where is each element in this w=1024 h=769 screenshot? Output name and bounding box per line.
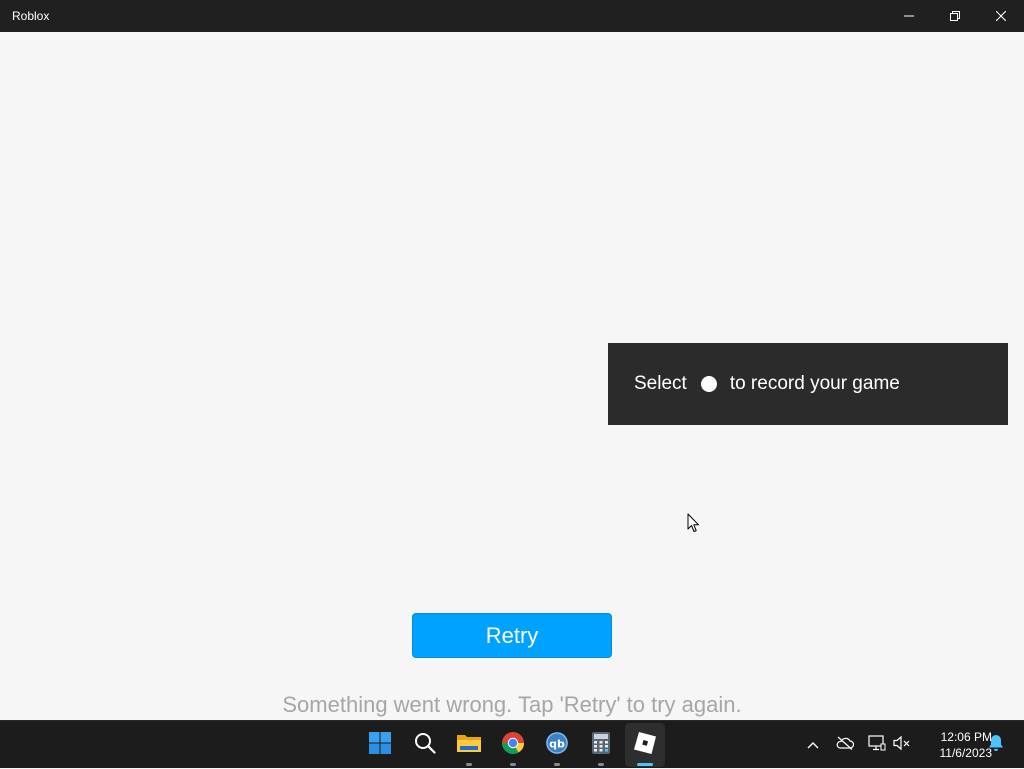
qbittorrent-icon: qb	[545, 731, 569, 760]
toast-suffix: to record your game	[729, 373, 900, 394]
running-indicator	[466, 763, 472, 766]
start-button[interactable]	[360, 721, 400, 769]
folder-icon	[456, 732, 482, 759]
minimize-icon	[904, 11, 914, 21]
clock-time: 12:06 PM	[940, 730, 992, 744]
active-indicator	[637, 763, 653, 766]
retry-button[interactable]: Retry	[412, 613, 612, 658]
mouse-cursor-icon	[687, 513, 701, 538]
roblox-icon	[633, 731, 657, 760]
taskbar-clock[interactable]: 12:06 PM 11/6/2023	[918, 729, 993, 761]
restore-button[interactable]	[932, 0, 978, 32]
volume-muted-icon	[893, 735, 911, 756]
clock-date: 11/6/2023	[939, 746, 993, 760]
taskbar-file-explorer[interactable]	[449, 721, 489, 769]
toast-prefix: Select	[634, 373, 687, 394]
running-indicator	[554, 763, 560, 766]
notification-bell-icon	[988, 734, 1004, 757]
taskbar-qbittorrent[interactable]: qb	[537, 721, 577, 769]
calculator-icon	[591, 731, 611, 760]
onedrive-tray-button[interactable]	[831, 721, 859, 769]
taskbar-chrome[interactable]	[493, 721, 533, 769]
notification-button[interactable]	[982, 721, 1010, 769]
network-icon	[868, 734, 886, 756]
windows-logo-icon	[368, 731, 392, 760]
running-indicator	[510, 763, 516, 766]
minimize-button[interactable]	[886, 0, 932, 32]
chrome-icon	[501, 731, 525, 760]
restore-icon	[950, 11, 960, 21]
chevron-up-icon	[807, 736, 819, 754]
taskbar-roblox[interactable]	[625, 723, 665, 767]
taskbar-search-button[interactable]	[405, 721, 445, 769]
network-tray-button[interactable]	[863, 721, 891, 769]
close-button[interactable]	[978, 0, 1024, 32]
close-icon	[996, 11, 1006, 21]
error-message: Something went wrong. Tap 'Retry' to try…	[282, 692, 742, 717]
roblox-window: Roblox Select to record your game Retry …	[0, 0, 1024, 720]
window-title: Roblox	[12, 9, 50, 23]
show-hidden-icons-button[interactable]	[799, 721, 827, 769]
volume-tray-button[interactable]	[888, 721, 916, 769]
search-icon	[414, 732, 436, 759]
taskbar-calculator[interactable]	[581, 721, 621, 769]
taskbar: qb 12:06 PM 11/6/2023	[0, 720, 1024, 768]
record-toast: Select to record your game	[608, 343, 1008, 425]
qbittorrent-text: qb	[549, 737, 565, 750]
onedrive-offline-icon	[836, 736, 855, 755]
record-dot-icon	[700, 376, 717, 392]
running-indicator	[598, 763, 604, 766]
title-bar[interactable]: Roblox	[0, 0, 1024, 32]
